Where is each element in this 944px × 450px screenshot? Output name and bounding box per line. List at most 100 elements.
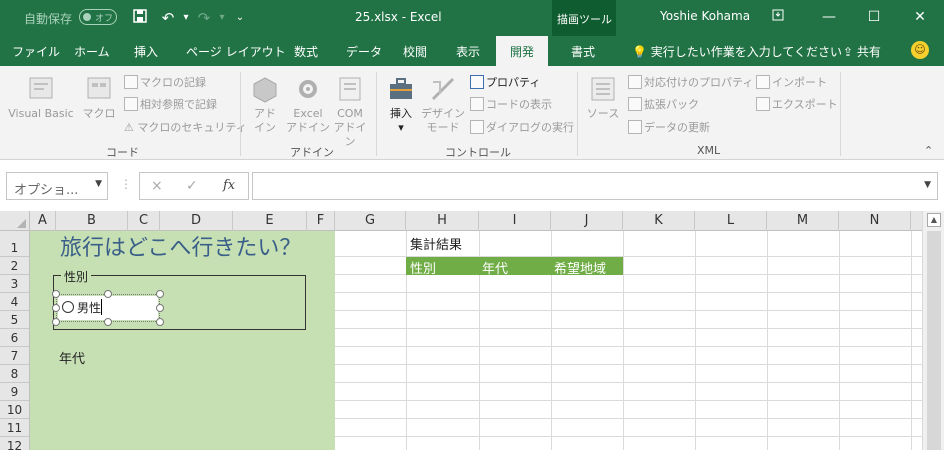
addins-group-label: アドイン [290, 146, 334, 159]
column-header-h[interactable]: H [406, 211, 479, 231]
vertical-scrollbar[interactable]: ▲ [922, 211, 944, 450]
resize-handle-top-right[interactable] [156, 290, 164, 298]
expansion-pack-button[interactable]: 拡張パック [628, 96, 699, 112]
redo-icon[interactable]: ↷ [194, 8, 214, 28]
visual-basic-button[interactable]: Visual Basic [6, 74, 76, 121]
radio-circle-icon[interactable] [62, 301, 74, 313]
select-all-corner[interactable] [0, 211, 30, 231]
resize-handle-left[interactable] [52, 304, 60, 312]
row-header-3[interactable]: 3 [0, 275, 30, 293]
insert-function-icon[interactable]: fx [223, 178, 235, 193]
name-box[interactable]: オプショ... ▼ [6, 172, 108, 200]
map-properties-button[interactable]: 対応付けのプロパティ [628, 74, 753, 90]
row-header-10[interactable]: 10 [0, 401, 30, 419]
undo-dropdown-icon[interactable]: ▾ [176, 8, 196, 28]
scroll-up-icon[interactable]: ▲ [927, 213, 941, 227]
resize-handle-bottom-right[interactable] [156, 318, 164, 326]
tab-developer[interactable]: 開発 [496, 36, 549, 66]
column-header-g[interactable]: G [335, 211, 406, 231]
save-icon[interactable] [130, 8, 150, 28]
source-button[interactable]: ソース [584, 74, 622, 121]
column-header-j[interactable]: J [551, 211, 623, 231]
tab-page-layout[interactable]: ページ レイアウト [186, 43, 286, 60]
excel-addin-button[interactable]: Excel アドイン [286, 74, 330, 135]
minimize-icon[interactable]: — [814, 4, 844, 30]
row-header-7[interactable]: 7 [0, 347, 30, 365]
row-header-11[interactable]: 11 [0, 419, 30, 437]
design-mode-button[interactable]: デザイン モード [420, 74, 466, 135]
column-header-e[interactable]: E [233, 211, 307, 231]
row-header-12[interactable]: 12 [0, 437, 30, 450]
cancel-entry-icon[interactable]: × [151, 178, 163, 194]
properties-button[interactable]: プロパティ [470, 74, 540, 90]
row-header-9[interactable]: 9 [0, 383, 30, 401]
tab-insert[interactable]: 挿入 [134, 43, 158, 60]
confirm-entry-icon[interactable]: ✓ [186, 178, 198, 194]
column-header-m[interactable]: M [767, 211, 839, 231]
export-button[interactable]: エクスポート [756, 96, 838, 112]
share-button[interactable]: ⇪ 共有 [843, 43, 881, 60]
tab-file[interactable]: ファイル [12, 43, 60, 60]
formula-bar-resize-handle[interactable]: ⋮ [120, 177, 132, 191]
customize-qat-icon[interactable]: ⌄ [230, 8, 250, 28]
expand-formula-bar-icon[interactable]: ▼ [924, 180, 931, 190]
close-icon[interactable]: ✕ [905, 4, 935, 30]
com-addin-button[interactable]: COM アドイン [330, 74, 370, 149]
worksheet-grid[interactable]: A B C D E F G H I J K L M N 1 2 3 4 5 6 … [0, 211, 944, 450]
autosave-toggle[interactable]: オフ [79, 9, 117, 25]
name-box-dropdown-icon[interactable]: ▼ [95, 179, 102, 189]
column-header-d[interactable]: D [160, 211, 233, 231]
resize-handle-top-left[interactable] [52, 290, 60, 298]
column-header-a[interactable]: A [30, 211, 56, 231]
refresh-data-button[interactable]: データの更新 [628, 119, 710, 135]
tab-home[interactable]: ホーム [74, 43, 110, 60]
scroll-thumb[interactable] [927, 231, 941, 450]
column-header-k[interactable]: K [623, 211, 695, 231]
resize-handle-bottom[interactable] [104, 318, 112, 326]
tell-me-search[interactable]: 💡 実行したい作業を入力してください [632, 43, 842, 60]
run-dialog-button[interactable]: ダイアログの実行 [470, 119, 574, 135]
tab-data[interactable]: データ [346, 43, 382, 60]
row-header-4[interactable]: 4 [0, 293, 30, 311]
resize-handle-bottom-left[interactable] [52, 318, 60, 326]
tab-formulas[interactable]: 数式 [294, 43, 318, 60]
tab-view[interactable]: 表示 [456, 43, 480, 60]
collapse-ribbon-icon[interactable]: ⌃ [924, 144, 933, 157]
insert-dropdown-icon: ▾ [398, 121, 404, 134]
resize-handle-top[interactable] [104, 290, 112, 298]
formula-input[interactable]: ▼ [252, 172, 938, 200]
insert-control-button[interactable]: 挿入 ▾ [384, 74, 418, 135]
macro-button[interactable]: マクロ [82, 74, 116, 121]
properties-icon [470, 75, 484, 89]
column-header-c[interactable]: C [128, 211, 160, 231]
column-header-f[interactable]: F [307, 211, 335, 231]
row-header-1[interactable]: 1 [0, 239, 30, 257]
column-header-l[interactable]: L [695, 211, 767, 231]
import-button[interactable]: インポート [756, 74, 827, 90]
com-addin-label: COM アドイン [333, 107, 367, 148]
resize-handle-right[interactable] [156, 304, 164, 312]
user-name[interactable]: Yoshie Kohama [660, 9, 750, 23]
relative-reference-button[interactable]: 相対参照で記録 [124, 96, 217, 112]
row-header-5[interactable]: 5 [0, 311, 30, 329]
column-header-n[interactable]: N [839, 211, 911, 231]
radio-option-label[interactable]: 男性 [77, 299, 101, 316]
maximize-icon[interactable]: ☐ [859, 4, 889, 30]
view-code-button[interactable]: コードの表示 [470, 96, 552, 112]
undo-icon[interactable]: ↶ [158, 8, 178, 28]
row-header-2[interactable]: 2 [0, 257, 30, 275]
tell-me-text: 実行したい作業を入力してください [650, 45, 843, 59]
column-header-i[interactable]: I [479, 211, 551, 231]
feedback-smiley-icon[interactable]: ☺ [911, 41, 929, 59]
tab-format[interactable]: 書式 [571, 43, 595, 60]
ribbon-display-options-icon[interactable] [763, 4, 793, 30]
redo-dropdown-icon[interactable]: ▾ [212, 8, 232, 28]
addin-button[interactable]: アド イン [246, 74, 284, 135]
macro-security-button[interactable]: ⚠ マクロのセキュリティ [124, 119, 247, 135]
row-header-6[interactable]: 6 [0, 329, 30, 347]
column-header-b[interactable]: B [56, 211, 128, 231]
record-macro-button[interactable]: マクロの記録 [124, 74, 206, 90]
row-header-8[interactable]: 8 [0, 365, 30, 383]
grid-line [335, 310, 922, 311]
tab-review[interactable]: 校閲 [403, 43, 427, 60]
